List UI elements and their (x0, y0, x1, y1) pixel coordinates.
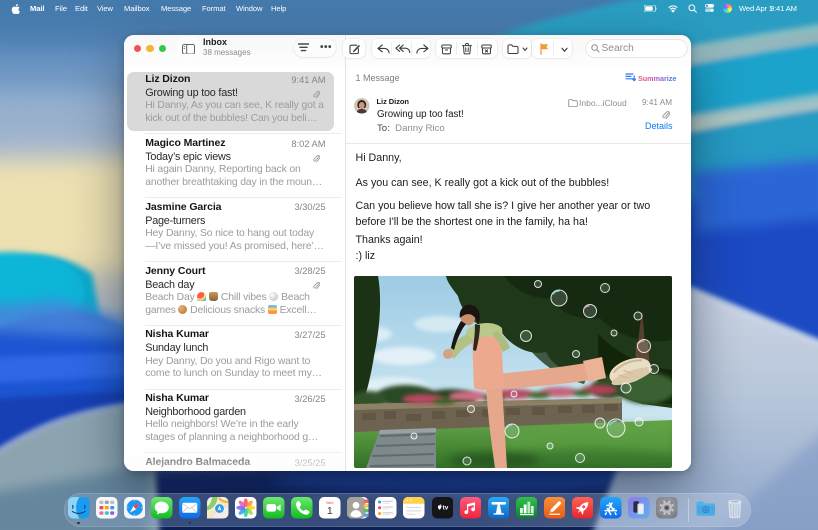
svg-text:1: 1 (327, 505, 333, 517)
svg-text:tv: tv (442, 505, 448, 512)
